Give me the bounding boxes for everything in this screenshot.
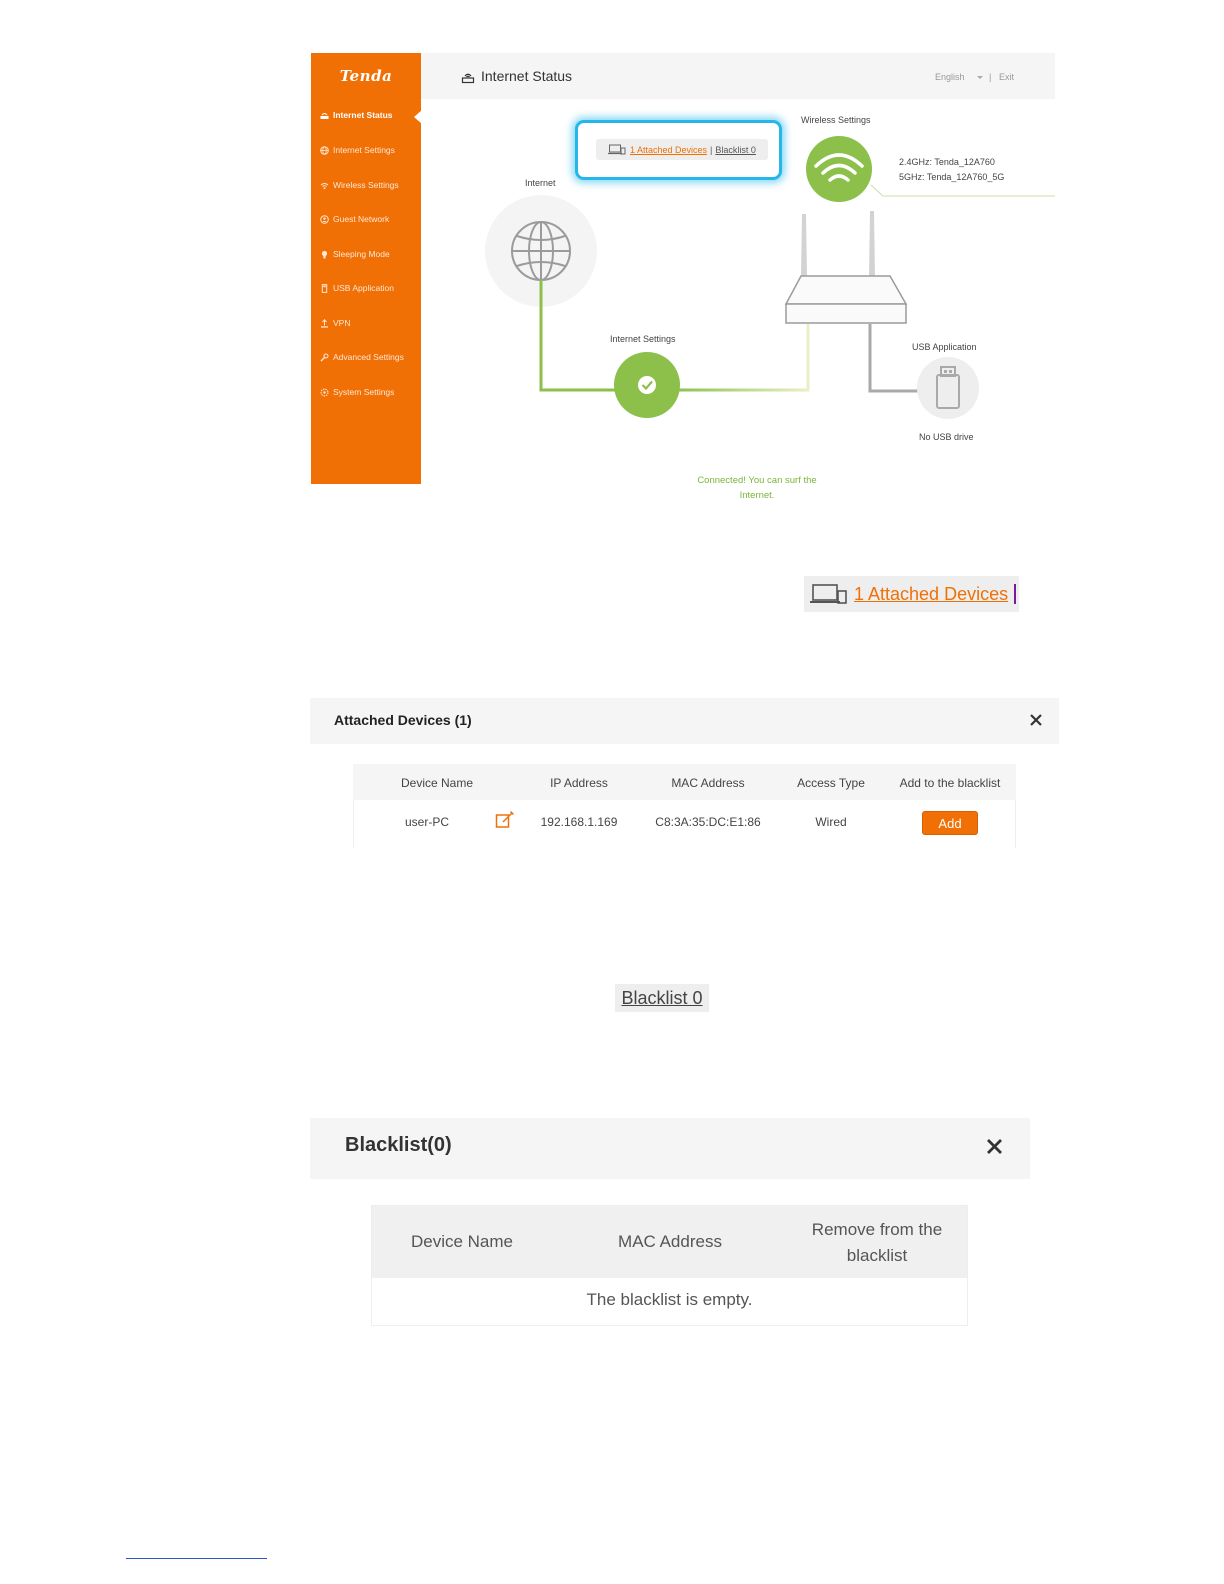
- sidebar-item-system-settings[interactable]: System Settings: [311, 381, 421, 403]
- devices-icon: [810, 583, 848, 605]
- sidebar-item-sleeping-mode[interactable]: Sleeping Mode: [311, 243, 421, 265]
- check-icon: [614, 352, 680, 418]
- blacklist-link[interactable]: Blacklist 0: [715, 145, 756, 155]
- ssid-5ghz: 5GHz: Tenda_12A760_5G: [899, 172, 1005, 182]
- globe-icon: [320, 145, 329, 155]
- connection-status: Connected! You can surf the Internet.: [697, 475, 817, 501]
- dialog-title: Blacklist(0): [345, 1134, 452, 1156]
- blacklist-link[interactable]: Blacklist 0: [615, 984, 709, 1012]
- sidebar-item-vpn[interactable]: VPN: [311, 312, 421, 334]
- sidebar-item-label: VPN: [333, 318, 351, 328]
- table-header: Device Name IP Address MAC Address Acces…: [353, 764, 1016, 800]
- sidebar-item-label: Internet Settings: [333, 145, 395, 155]
- column-header: MAC Address: [618, 1232, 722, 1251]
- internet-label: Internet: [525, 178, 556, 188]
- language-select[interactable]: English: [935, 72, 965, 82]
- sidebar-item-label: USB Application: [333, 283, 394, 293]
- sidebar-item-label: Advanced Settings: [333, 352, 404, 362]
- router-icon: [320, 111, 329, 120]
- internet-settings-label[interactable]: Internet Settings: [610, 334, 676, 344]
- attached-devices-zoom: 1 Attached Devices: [804, 576, 1019, 612]
- edit-icon[interactable]: [495, 810, 515, 835]
- add-to-blacklist-button[interactable]: Add: [922, 811, 978, 835]
- sidebar-item-label: Guest Network: [333, 214, 390, 224]
- column-header: Remove from the blacklist: [811, 1220, 943, 1265]
- tenda-logo: Tenda: [339, 67, 393, 85]
- header-separator: |: [989, 72, 992, 82]
- attached-devices-table: Device Name IP Address MAC Address Acces…: [353, 764, 1016, 848]
- sidebar: Tenda Internet Status Internet Settings …: [311, 53, 422, 484]
- column-header: Device Name: [410, 1232, 514, 1251]
- usb-drive-icon: [917, 357, 979, 419]
- sidebar-item-advanced-settings[interactable]: Advanced Settings: [311, 346, 421, 368]
- ssid-24ghz: 2.4GHz: Tenda_12A760: [899, 157, 995, 167]
- column-header: IP Address: [550, 776, 608, 790]
- footnote-divider: [126, 1558, 267, 1559]
- router-screenshot: Tenda Internet Status Internet Settings …: [311, 53, 1055, 501]
- usb-application-label[interactable]: USB Application: [912, 342, 977, 352]
- sidebar-item-label: Wireless Settings: [333, 180, 399, 190]
- sidebar-item-label: Internet Status: [333, 110, 393, 120]
- devices-icon: [608, 144, 626, 155]
- wrench-icon: [320, 353, 329, 362]
- text-cursor: [1014, 584, 1017, 604]
- guest-icon: [320, 214, 329, 224]
- sidebar-item-usb-application[interactable]: USB Application: [311, 277, 421, 299]
- exit-link[interactable]: Exit: [999, 72, 1014, 82]
- table-header: Device Name MAC Address Remove from the …: [372, 1206, 967, 1278]
- wifi-icon: [320, 181, 329, 190]
- access-type: Wired: [815, 815, 847, 829]
- column-header: Access Type: [797, 776, 865, 790]
- column-header: MAC Address: [671, 776, 745, 790]
- blacklist-table: Device Name MAC Address Remove from the …: [371, 1205, 968, 1326]
- dialog-title: Attached Devices (1): [334, 712, 472, 728]
- vpn-icon: [320, 318, 329, 328]
- mac-address: C8:3A:35:DC:E1:86: [655, 815, 761, 829]
- router-device-icon: [784, 211, 908, 324]
- ip-address: 192.168.1.169: [540, 815, 618, 829]
- column-header: Add to the blacklist: [899, 776, 1001, 790]
- devices-link-bar: 1 Attached Devices | Blacklist 0: [596, 139, 768, 160]
- column-header: Device Name: [400, 776, 474, 790]
- attached-devices-link[interactable]: 1 Attached Devices: [630, 145, 707, 155]
- attached-devices-link[interactable]: 1 Attached Devices: [854, 584, 1008, 605]
- chevron-down-icon[interactable]: [977, 76, 983, 79]
- close-icon[interactable]: [1028, 712, 1044, 728]
- blacklist-dialog-header: Blacklist(0): [310, 1118, 1030, 1179]
- header-bar: Internet Status English | Exit: [421, 53, 1055, 99]
- attached-devices-dialog-header: Attached Devices (1): [310, 698, 1059, 744]
- sidebar-item-guest-network[interactable]: Guest Network: [311, 208, 421, 230]
- close-icon[interactable]: [985, 1137, 1004, 1156]
- sidebar-item-label: Sleeping Mode: [333, 249, 390, 259]
- attached-devices-highlight: 1 Attached Devices | Blacklist 0: [575, 120, 782, 180]
- bulb-icon: [320, 250, 329, 259]
- row-border: [1015, 800, 1016, 848]
- row-border: [353, 800, 354, 848]
- sidebar-item-internet-status[interactable]: Internet Status: [311, 104, 421, 126]
- sidebar-item-internet-settings[interactable]: Internet Settings: [311, 139, 421, 161]
- wireless-settings-label[interactable]: Wireless Settings: [801, 115, 871, 125]
- wifi-icon: [806, 136, 872, 202]
- router-icon: [461, 70, 475, 84]
- empty-message: The blacklist is empty.: [586, 1290, 753, 1309]
- gear-icon: [320, 387, 329, 397]
- sidebar-item-wireless-settings[interactable]: Wireless Settings: [311, 174, 421, 196]
- page-title: Internet Status: [481, 68, 573, 84]
- sidebar-item-label: System Settings: [333, 387, 395, 397]
- link-separator: |: [710, 144, 713, 155]
- usb-status: No USB drive: [919, 432, 974, 442]
- device-name: user-PC: [404, 815, 449, 829]
- usb-icon: [320, 283, 329, 293]
